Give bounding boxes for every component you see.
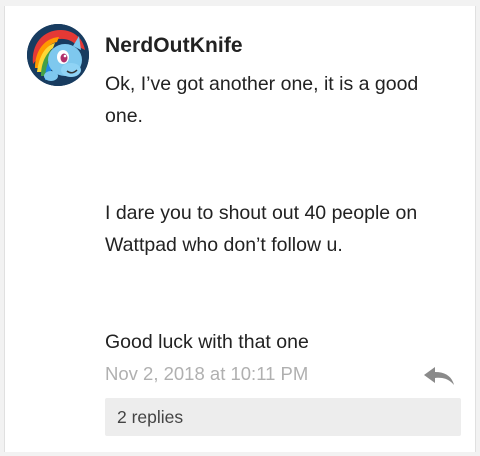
comment-paragraph: I dare you to shout out 40 people on Wat… [105,202,418,256]
comment-card: NerdOutKnife Ok, I’ve got another one, i… [4,6,476,452]
view-replies-button[interactable]: 2 replies [105,398,461,436]
pony-avatar-icon [27,24,89,86]
user-avatar[interactable] [27,24,89,86]
comment-timestamp: Nov 2, 2018 at 10:11 PM [105,363,309,384]
comment-author[interactable]: NerdOutKnife [105,34,243,58]
comment-paragraph: Ok, I’ve got another one, it is a good o… [105,73,419,127]
comment-paragraph: Good luck with that one [105,331,309,353]
reply-arrow-icon[interactable] [421,364,457,388]
replies-count-label: 2 replies [117,407,184,427]
comment-body: Ok, I’ve got another one, it is a good o… [105,68,455,358]
